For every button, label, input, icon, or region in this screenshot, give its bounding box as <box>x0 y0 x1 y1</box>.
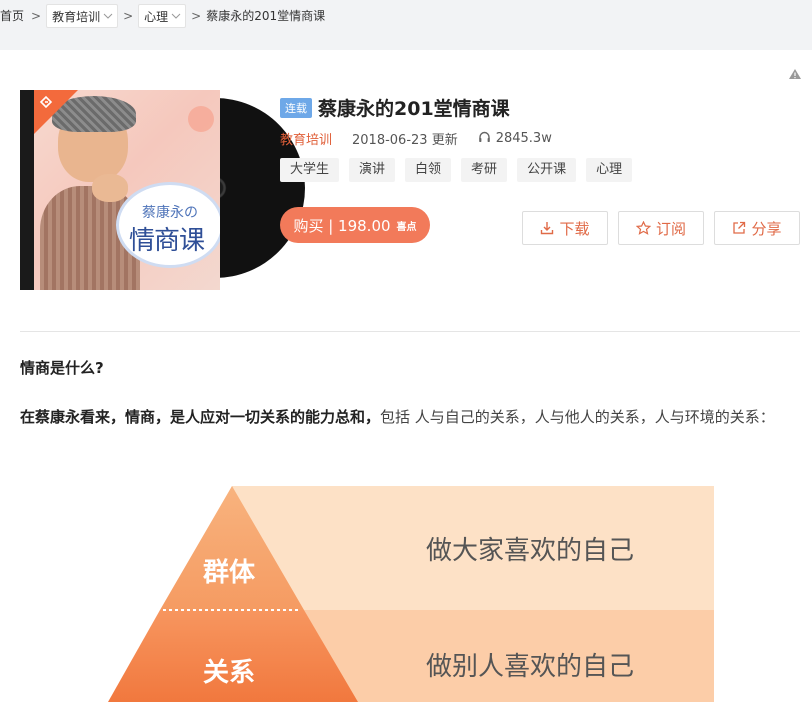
pyramid-level2-label: 关系 <box>203 658 256 688</box>
buy-label: 购买 | 198.00 <box>293 216 391 235</box>
intro-paragraph: 在蔡康永看来，情商，是人应对一切关系的能力总和，包括 人与自己的关系，人与他人的… <box>20 402 800 433</box>
download-label: 下载 <box>559 219 590 238</box>
tag-item[interactable]: 考研 <box>461 158 508 182</box>
section-divider <box>20 331 800 332</box>
pyramid-illustration: 群体 关系 做大家喜欢的自己 做别人喜欢的自己 <box>108 486 714 702</box>
cover-art-image: 蔡康永の 情商课 <box>20 90 220 290</box>
breadcrumb-current: 蔡康永的201堂情商课 <box>206 9 326 23</box>
album-tags: 大学生 演讲 白领 考研 公开课 心理 <box>280 158 633 182</box>
play-count-value: 2845.3w <box>495 131 552 146</box>
album-title-row: 连载 蔡康永的201堂情商课 <box>280 94 510 121</box>
share-icon <box>732 221 746 235</box>
cover-title-big: 情商课 <box>129 226 205 256</box>
serializing-badge: 连载 <box>280 97 312 118</box>
pyramid-level1-label: 群体 <box>203 558 256 588</box>
breadcrumb-dropdown-education[interactable]: 教育培训 <box>46 4 119 28</box>
buy-currency-unit: 喜点 <box>396 221 417 233</box>
intro-paragraph-rest: 包括 人与自己的关系，人与他人的关系，人与环境的关系： <box>380 408 775 426</box>
subscribe-button[interactable]: 订阅 <box>618 211 704 245</box>
cover-title-small: 蔡康永の <box>142 205 198 221</box>
tag-item[interactable]: 白领 <box>405 158 452 182</box>
breadcrumb-home[interactable]: 首页 <box>0 4 26 28</box>
report-warning-icon[interactable] <box>788 65 802 79</box>
tag-item[interactable]: 演讲 <box>349 158 396 182</box>
album-panel: 蔡康永の 情商课 连载 蔡康永的201堂情商课 教育培训 2018-06-23 … <box>0 50 812 702</box>
intro-paragraph-bold: 在蔡康永看来，情商，是人应对一切关系的能力总和， <box>20 408 381 426</box>
album-updated-date: 2018-06-23 更新 <box>352 133 458 148</box>
intro-question-heading: 情商是什么? <box>20 359 104 377</box>
breadcrumb-label: 教育培训 <box>52 9 101 24</box>
buy-button[interactable]: 购买 | 198.00 喜点 <box>280 207 430 243</box>
cover-person-hand <box>92 174 128 202</box>
breadcrumb-separator: > <box>31 9 42 23</box>
tag-item[interactable]: 公开课 <box>517 158 577 182</box>
vip-logo-icon <box>38 94 56 116</box>
breadcrumb: 首页 > 教育培训 > 心理 > 蔡康永的201堂情商课 <box>0 0 812 48</box>
breadcrumb-label: 心理 <box>144 9 169 24</box>
tag-item[interactable]: 大学生 <box>280 158 340 182</box>
download-icon <box>540 221 554 235</box>
decorative-circle <box>188 106 214 132</box>
breadcrumb-dropdown-psychology[interactable]: 心理 <box>138 4 187 28</box>
headphones-icon <box>478 131 491 147</box>
album-meta: 教育培训 2018-06-23 更新 2845.3w <box>280 129 552 148</box>
chevron-down-icon <box>171 11 181 21</box>
breadcrumb-separator: > <box>191 9 202 23</box>
subscribe-label: 订阅 <box>655 219 686 238</box>
tag-item[interactable]: 心理 <box>586 158 633 182</box>
album-title: 蔡康永的201堂情商课 <box>318 98 510 120</box>
pyramid-level1-text: 做大家喜欢的自己 <box>426 536 635 566</box>
album-play-count: 2845.3w <box>478 131 552 147</box>
share-button[interactable]: 分享 <box>714 211 800 245</box>
download-button[interactable]: 下载 <box>522 211 608 245</box>
album-cover[interactable]: 蔡康永の 情商课 <box>20 90 305 290</box>
share-label: 分享 <box>751 219 782 238</box>
pyramid-level2-text: 做别人喜欢的自己 <box>426 652 635 682</box>
star-icon <box>635 221 651 235</box>
album-category-link[interactable]: 教育培训 <box>280 129 332 148</box>
breadcrumb-separator: > <box>123 9 134 23</box>
chevron-down-icon <box>103 11 113 21</box>
